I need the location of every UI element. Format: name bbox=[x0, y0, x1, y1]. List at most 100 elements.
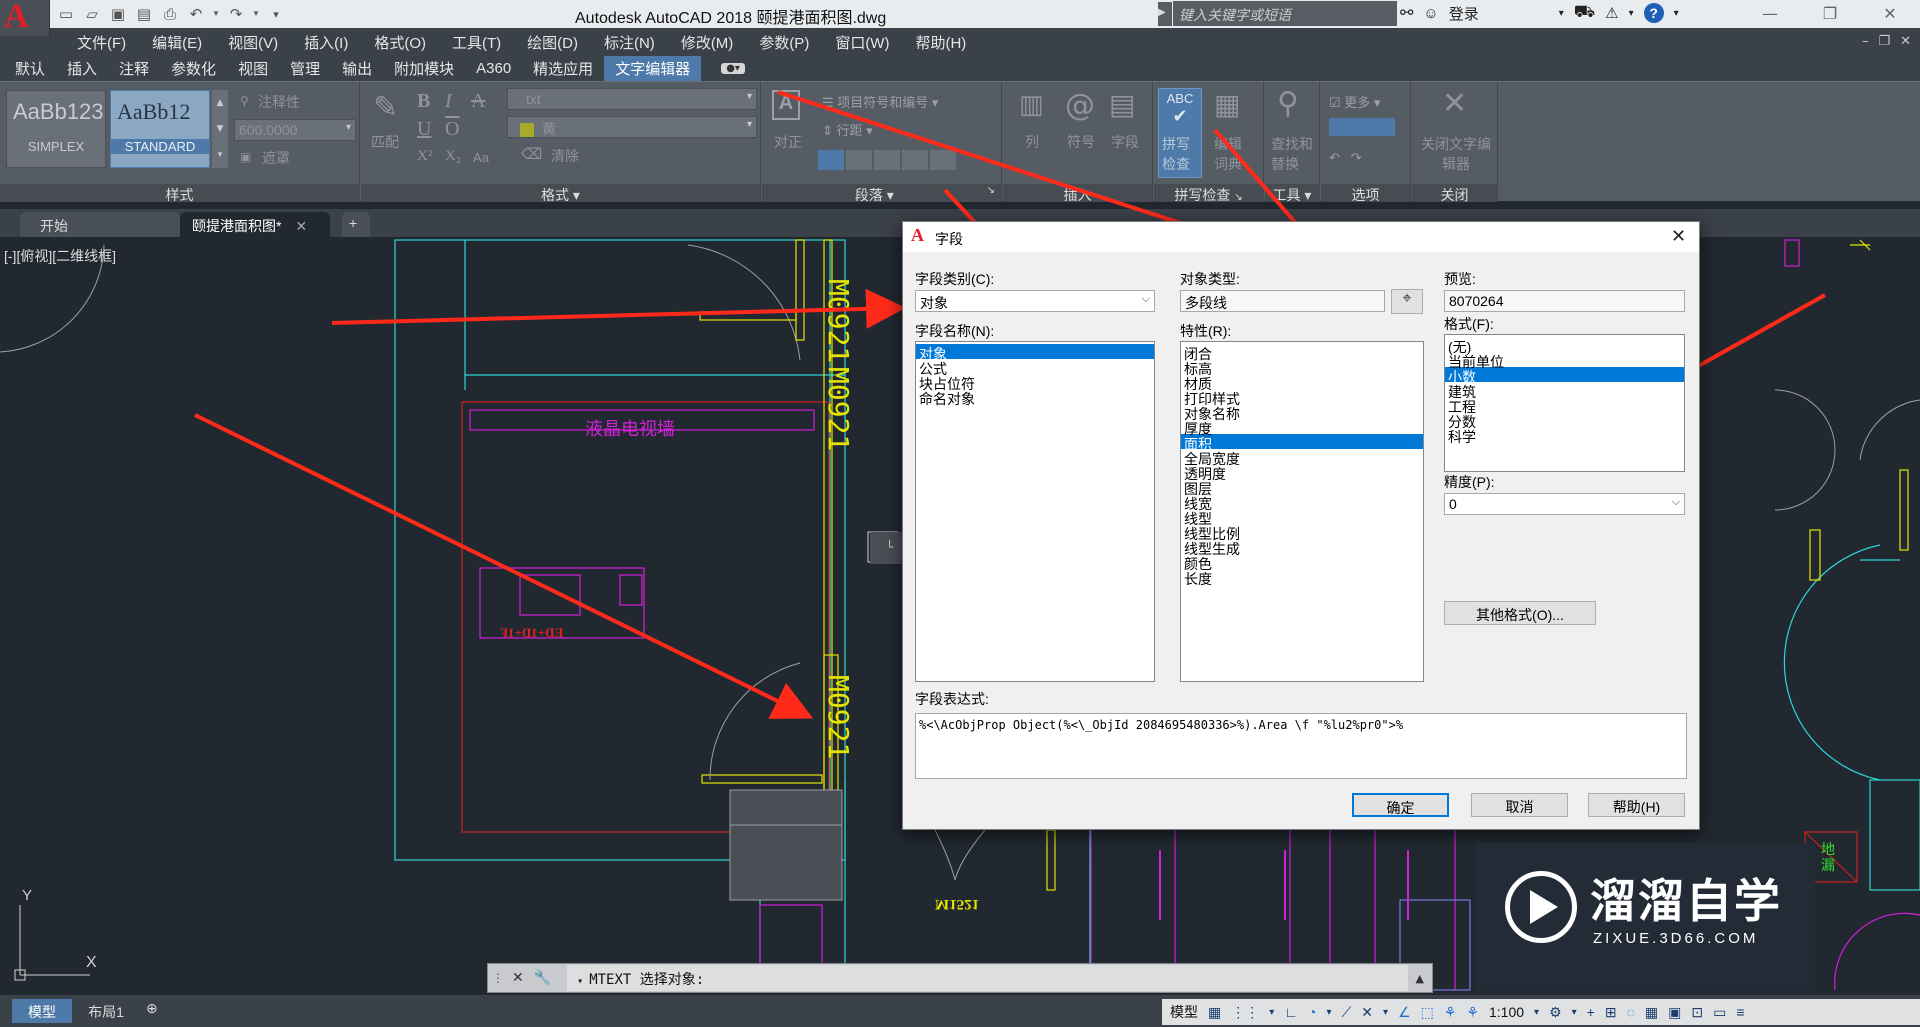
spell-check-button[interactable]: 拼写检查 bbox=[1162, 134, 1198, 174]
clear-button[interactable]: 清除 bbox=[551, 146, 579, 166]
font-combo[interactable]: txt ▾ bbox=[507, 88, 757, 110]
bold-button[interactable]: B bbox=[417, 90, 430, 113]
list-item[interactable]: 对象名称 bbox=[1181, 404, 1423, 422]
list-item[interactable]: 标高 bbox=[1181, 359, 1423, 377]
plus-icon[interactable]: + bbox=[1587, 1004, 1595, 1020]
strikethrough-button[interactable]: A bbox=[471, 90, 485, 113]
menu-parametric[interactable]: 参数(P) bbox=[746, 32, 822, 53]
select-object-button[interactable]: ⌖ bbox=[1391, 289, 1423, 314]
overline-button[interactable]: O bbox=[445, 118, 459, 141]
align-distribute-icon[interactable] bbox=[930, 150, 956, 170]
command-customize-icon[interactable]: 🔧 bbox=[528, 970, 557, 986]
list-item[interactable]: 材质 bbox=[1181, 374, 1423, 392]
selection-cycling-icon[interactable]: ⬚ bbox=[1421, 1004, 1434, 1021]
justify-button[interactable]: 对正 bbox=[774, 132, 802, 152]
tab-featured-apps[interactable]: 精选应用 bbox=[522, 56, 604, 81]
edit-dictionary-icon[interactable]: ▦ bbox=[1214, 88, 1240, 121]
paragraph-panel-title[interactable]: 段落 ▾ ↘ bbox=[762, 184, 1001, 203]
style-simplex-swatch[interactable]: AaBb123 SIMPLEX bbox=[6, 90, 106, 168]
properties-list[interactable]: 闭合 标高 材质 打印样式 对象名称 厚度 面积 全局宽度 透明度 图层 线宽 … bbox=[1180, 341, 1424, 682]
bullets-button[interactable]: ☰ 项目符号和编号 ▾ bbox=[822, 92, 938, 111]
search-expand-icon[interactable]: ▶ bbox=[1158, 2, 1172, 26]
isodraft-icon[interactable]: ⟋ bbox=[1341, 1004, 1351, 1021]
tools-panel-title[interactable]: 工具 ▾ bbox=[1265, 184, 1319, 203]
list-item[interactable]: (无) bbox=[1445, 337, 1684, 355]
edit-dictionary-button[interactable]: 编辑词典 bbox=[1214, 134, 1250, 174]
symbol-button[interactable]: 符号 bbox=[1067, 132, 1095, 152]
tab-output[interactable]: 输出 bbox=[331, 56, 383, 81]
ribbon-minimize-icon[interactable]: ●▾ bbox=[721, 63, 745, 74]
align-right-icon[interactable] bbox=[874, 150, 900, 170]
open-file-icon[interactable]: ▱ bbox=[82, 4, 102, 24]
line-spacing-button[interactable]: ⇕ 行距 ▾ bbox=[822, 120, 873, 139]
find-replace-icon[interactable]: ⚲ bbox=[1277, 86, 1299, 121]
cart-icon[interactable]: ⛟ bbox=[1574, 2, 1595, 24]
align-justify-icon[interactable] bbox=[902, 150, 928, 170]
isolate-objects-icon[interactable]: ⊡ bbox=[1691, 1004, 1703, 1021]
save-icon[interactable]: ▣ bbox=[108, 4, 128, 24]
other-format-button[interactable]: 其他格式(O)... bbox=[1444, 601, 1596, 625]
list-item[interactable]: 公式 bbox=[916, 359, 1154, 377]
cancel-button[interactable]: 取消 bbox=[1471, 793, 1568, 817]
login-button[interactable]: 登录 bbox=[1449, 3, 1479, 24]
tab-layout1[interactable]: 布局1 bbox=[76, 999, 136, 1023]
list-item[interactable]: 工程 bbox=[1445, 397, 1684, 415]
snap-dropdown-icon[interactable]: ▾ bbox=[1269, 1007, 1274, 1018]
workspace-dropdown-icon[interactable]: ▾ bbox=[1572, 1007, 1577, 1018]
scale-dropdown-icon[interactable]: ▾ bbox=[1534, 1007, 1539, 1018]
model-space-button[interactable]: 模型 bbox=[1170, 1002, 1198, 1022]
quick-properties-icon[interactable]: ◌ bbox=[1627, 1004, 1635, 1020]
list-item[interactable]: 分数 bbox=[1445, 412, 1684, 430]
superscript-button[interactable]: X² bbox=[417, 148, 432, 165]
add-layout-button[interactable]: ⊕ bbox=[146, 1001, 158, 1017]
close-window-icon[interactable]: ✕ bbox=[1860, 0, 1920, 28]
menu-view[interactable]: 视图(V) bbox=[215, 32, 291, 53]
workspace-icon[interactable]: ⚙ bbox=[1549, 1004, 1562, 1021]
more-button[interactable]: ☑ 更多 ▾ bbox=[1329, 92, 1380, 111]
tab-start[interactable]: 开始 bbox=[20, 212, 180, 237]
minimize-icon[interactable]: — bbox=[1740, 0, 1800, 28]
align-left-icon[interactable] bbox=[818, 150, 844, 170]
polar-dropdown-icon[interactable]: ▾ bbox=[1326, 1007, 1331, 1018]
hardware-acceleration-icon[interactable]: ▣ bbox=[1668, 1004, 1681, 1021]
list-item[interactable]: 线宽 bbox=[1181, 494, 1423, 512]
ortho-icon[interactable]: ∟ bbox=[1284, 1004, 1298, 1020]
doc-restore-icon[interactable]: ❐ bbox=[1879, 34, 1891, 49]
customize-status-icon[interactable]: ≡ bbox=[1736, 1004, 1744, 1020]
osnap-icon[interactable]: ✕ bbox=[1361, 1004, 1373, 1021]
clean-screen-icon[interactable]: ▭ bbox=[1713, 1004, 1726, 1021]
list-item[interactable]: 闭合 bbox=[1181, 344, 1423, 362]
tab-close-icon[interactable]: ✕ bbox=[295, 218, 307, 234]
list-item[interactable]: 当前单位 bbox=[1445, 352, 1684, 370]
command-grip-icon[interactable]: ⋮ bbox=[488, 971, 508, 985]
tab-parametric[interactable]: 参数化 bbox=[160, 56, 227, 81]
color-combo[interactable]: 黄 ▾ bbox=[507, 116, 757, 138]
menu-insert[interactable]: 插入(I) bbox=[291, 32, 361, 53]
ruler-icon[interactable] bbox=[1329, 118, 1395, 136]
menu-tools[interactable]: 工具(T) bbox=[439, 32, 514, 53]
menu-file[interactable]: 文件(F) bbox=[64, 32, 139, 53]
a360-dropdown-icon[interactable]: ▾ bbox=[1629, 8, 1634, 19]
collapsed-panel-tab[interactable]: └ bbox=[870, 532, 902, 564]
tab-view[interactable]: 视图 bbox=[227, 56, 279, 81]
grid-icon[interactable]: ▦ bbox=[1208, 1004, 1221, 1021]
help-button[interactable]: 帮助(H) bbox=[1588, 793, 1685, 817]
otrack-icon[interactable]: ∠ bbox=[1398, 1004, 1411, 1021]
menu-draw[interactable]: 绘图(D) bbox=[514, 32, 591, 53]
align-center-icon[interactable] bbox=[846, 150, 872, 170]
command-close-icon[interactable]: ✕ bbox=[508, 970, 528, 986]
lock-ui-icon[interactable]: ▦ bbox=[1645, 1004, 1658, 1021]
list-item[interactable]: 透明度 bbox=[1181, 464, 1423, 482]
case-button[interactable]: Aa bbox=[473, 150, 489, 165]
italic-button[interactable]: I bbox=[445, 90, 452, 113]
tab-addins[interactable]: 附加模块 bbox=[383, 56, 465, 81]
menu-format[interactable]: 格式(O) bbox=[361, 32, 439, 53]
login-dropdown-icon[interactable]: ▾ bbox=[1559, 8, 1564, 19]
tab-text-editor[interactable]: 文字编辑器 bbox=[604, 56, 702, 81]
list-item[interactable]: 长度 bbox=[1181, 569, 1423, 587]
ok-button[interactable]: 确定 bbox=[1352, 793, 1449, 817]
precision-select[interactable]: 0 ⌵ bbox=[1444, 493, 1685, 515]
list-item[interactable]: 面积 bbox=[1181, 434, 1423, 452]
list-item[interactable]: 全局宽度 bbox=[1181, 449, 1423, 467]
format-panel-title[interactable]: 格式 ▾ bbox=[361, 184, 760, 203]
